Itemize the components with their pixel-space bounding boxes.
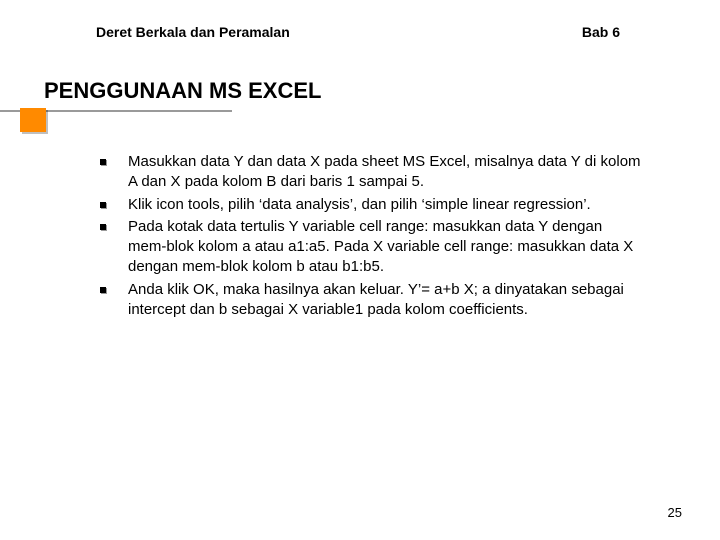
header-left: Deret Berkala dan Peramalan — [96, 24, 290, 40]
bullet-list: Masukkan data Y dan data X pada sheet MS… — [128, 152, 644, 320]
accent-square-icon — [20, 108, 46, 132]
header-right: Bab 6 — [582, 24, 620, 40]
list-item: Masukkan data Y dan data X pada sheet MS… — [128, 152, 644, 193]
list-item: Pada kotak data tertulis Y variable cell… — [128, 217, 644, 278]
title-block: PENGGUNAAN MS EXCEL — [0, 78, 720, 126]
list-item: Klik icon tools, pilih ‘data analysis’, … — [128, 195, 644, 215]
content-area: Masukkan data Y dan data X pada sheet MS… — [0, 126, 720, 320]
slide-title: PENGGUNAAN MS EXCEL — [44, 78, 321, 104]
slide-header: Deret Berkala dan Peramalan Bab 6 — [0, 0, 720, 40]
page-number: 25 — [668, 505, 682, 520]
list-item: Anda klik OK, maka hasilnya akan keluar.… — [128, 280, 644, 321]
